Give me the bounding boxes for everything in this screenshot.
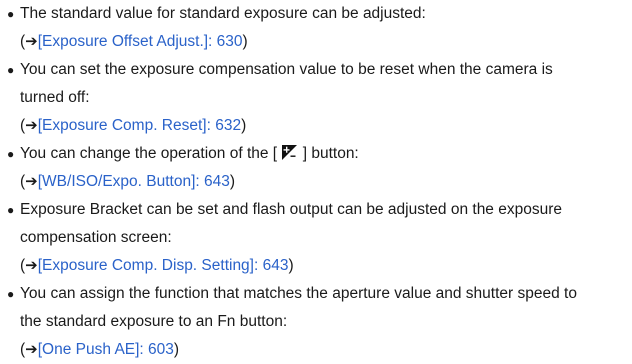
list-item: ● You can change the operation of the [ … xyxy=(0,140,632,196)
cross-reference: (➔[Exposure Comp. Reset]: 632) xyxy=(20,117,247,134)
list-item: ● You can assign the function that match… xyxy=(0,280,632,364)
reference-link[interactable]: [WB/ISO/Expo. Button]: 643 xyxy=(38,173,230,190)
item-text: turned off: xyxy=(20,89,90,106)
bullet: ● xyxy=(7,287,15,301)
reference-link[interactable]: [Exposure Comp. Reset]: 632 xyxy=(38,117,241,134)
manual-page: ● The standard value for standard exposu… xyxy=(0,0,632,358)
list-item: ● The standard value for standard exposu… xyxy=(0,0,632,56)
cross-reference: (➔[Exposure Offset Adjust.]: 630) xyxy=(20,33,248,50)
bullet: ● xyxy=(7,7,15,21)
item-text: You can assign the function that matches… xyxy=(20,285,577,302)
cross-reference: (➔[WB/ISO/Expo. Button]: 643) xyxy=(20,173,236,190)
bullet: ● xyxy=(7,147,15,161)
item-text: Exposure Bracket can be set and flash ou… xyxy=(20,201,563,218)
item-text: the standard exposure to an Fn button: xyxy=(20,313,288,330)
arrow-icon: ➔ xyxy=(25,257,38,274)
cross-reference: (➔[Exposure Comp. Disp. Setting]: 643) xyxy=(20,257,294,274)
bullet: ● xyxy=(7,63,15,77)
item-text: You can change the operation of the [ ] … xyxy=(20,145,359,162)
exposure-compensation-icon xyxy=(282,145,298,160)
item-text: The standard value for standard exposure… xyxy=(20,5,426,22)
arrow-icon: ➔ xyxy=(25,33,38,50)
list-item: ● Exposure Bracket can be set and flash … xyxy=(0,196,632,280)
arrow-icon: ➔ xyxy=(25,173,38,190)
bullet: ● xyxy=(7,203,15,217)
reference-link[interactable]: [Exposure Comp. Disp. Setting]: 643 xyxy=(38,257,289,274)
item-text: You can set the exposure compensation va… xyxy=(20,61,553,78)
arrow-icon: ➔ xyxy=(25,117,38,134)
cross-reference: (➔[One Push AE]: 603) xyxy=(20,341,180,358)
list-item: ● You can set the exposure compensation … xyxy=(0,56,632,140)
item-text: compensation screen: xyxy=(20,229,172,246)
reference-link[interactable]: [Exposure Offset Adjust.]: 630 xyxy=(38,33,243,50)
